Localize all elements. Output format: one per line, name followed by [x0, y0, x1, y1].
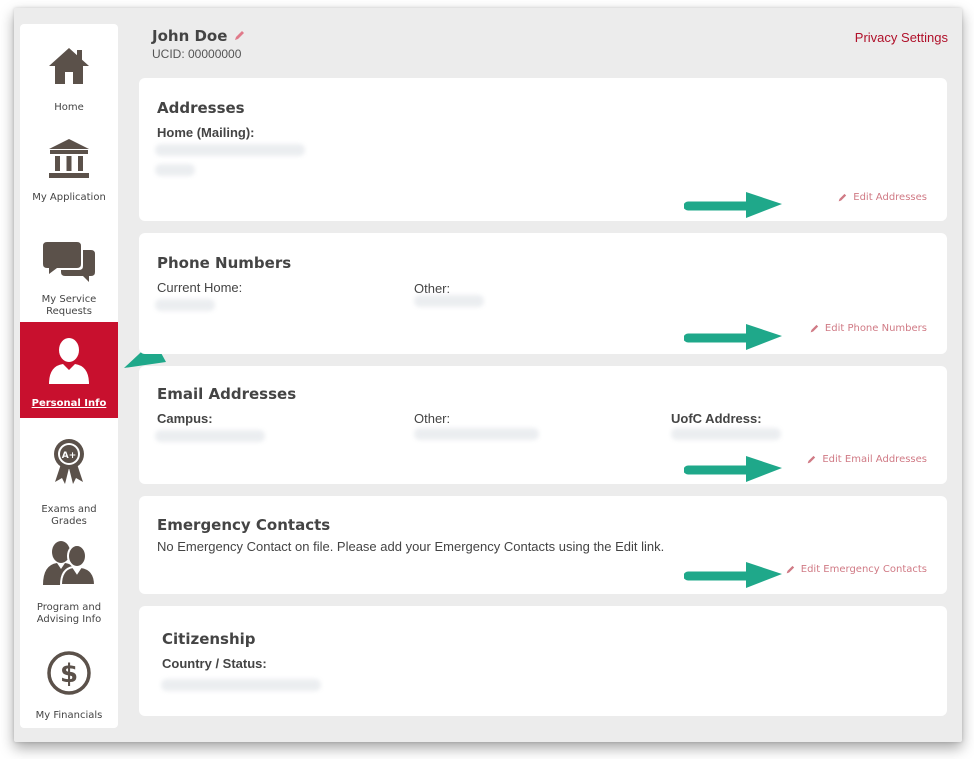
svg-text:A+: A+	[62, 451, 77, 461]
annotation-arrow-icon	[684, 192, 782, 218]
pencil-icon	[808, 455, 816, 463]
other-phone-label: Other:	[414, 281, 451, 296]
sidebar-item-home[interactable]: Home	[20, 42, 118, 114]
sidebar-item-label: My Service Requests	[41, 294, 97, 317]
edit-email-addresses-link[interactable]: Edit Email Addresses	[806, 454, 927, 465]
edit-addresses-link[interactable]: Edit Addresses	[837, 192, 927, 203]
sidebar-item-label: Exams and Grades	[41, 504, 97, 527]
sidebar-item-my-application[interactable]: My Application	[20, 136, 118, 204]
sidebar-item-label: My Application	[32, 192, 106, 203]
pencil-icon	[810, 324, 819, 332]
annotation-arrow-icon	[684, 324, 782, 350]
home-icon	[20, 42, 118, 90]
person-icon	[20, 322, 118, 386]
edit-link-text: Edit Emergency Contacts	[800, 564, 927, 575]
redacted-citizenship	[161, 679, 321, 691]
current-home-label: Current Home:	[157, 280, 243, 295]
campus-email-label: Campus:	[157, 411, 213, 426]
card-title: Phone Numbers	[157, 254, 292, 272]
card-title: Emergency Contacts	[157, 516, 331, 534]
ucid: UCID: 00000000	[152, 47, 242, 61]
sidebar-item-exams-grades[interactable]: A+ Exams and Grades	[20, 436, 118, 528]
country-status-label: Country / Status:	[162, 656, 267, 671]
redacted-address	[155, 144, 305, 156]
redacted-email	[155, 430, 265, 442]
home-mailing-label: Home (Mailing):	[157, 125, 255, 140]
pencil-icon	[838, 193, 847, 201]
card-title: Email Addresses	[157, 385, 297, 403]
sidebar-item-my-financials[interactable]: $ My Financials	[20, 648, 118, 722]
sidebar: Home My Application My Service Requests …	[20, 24, 118, 728]
emergency-contacts-card: Emergency Contacts No Emergency Contact …	[139, 496, 947, 594]
annotation-arrow-icon	[684, 562, 782, 588]
chat-bubbles-icon	[20, 236, 118, 284]
email-addresses-card: Email Addresses Campus: Other: UofC Addr…	[139, 366, 947, 484]
institution-icon	[20, 136, 118, 180]
sidebar-item-label: Home	[54, 102, 84, 113]
award-ribbon-icon: A+	[20, 436, 118, 486]
addresses-card: Addresses Home (Mailing): Edit Addresses	[139, 78, 947, 221]
redacted-phone	[414, 295, 484, 307]
edit-phone-numbers-link[interactable]: Edit Phone Numbers	[809, 323, 927, 334]
pencil-icon	[786, 565, 794, 573]
student-name: John Doe	[152, 27, 245, 46]
sidebar-item-label: My Financials	[35, 710, 103, 721]
citizenship-card: Citizenship Country / Status:	[139, 606, 947, 716]
card-title: Addresses	[157, 99, 245, 117]
redacted-email	[414, 428, 539, 440]
people-icon	[20, 538, 118, 588]
redacted-address	[155, 164, 195, 176]
edit-name-pencil-icon[interactable]	[233, 28, 245, 46]
sidebar-item-service-requests[interactable]: My Service Requests	[20, 236, 118, 318]
dollar-circle-icon: $	[20, 648, 118, 698]
sidebar-item-personal-info[interactable]: Personal Info	[20, 322, 118, 418]
sidebar-item-label: Program and Advising Info	[36, 602, 102, 625]
edit-link-text: Edit Addresses	[853, 192, 927, 203]
sidebar-item-label: Personal Info	[31, 398, 107, 409]
sidebar-item-program-advising[interactable]: Program and Advising Info	[20, 538, 118, 626]
card-title: Citizenship	[162, 630, 256, 648]
no-emergency-contact-message: No Emergency Contact on file. Please add…	[157, 539, 665, 554]
svg-text:$: $	[60, 659, 78, 689]
edit-emergency-contacts-link[interactable]: Edit Emergency Contacts	[785, 564, 927, 575]
annotation-arrow-icon	[684, 456, 782, 482]
edit-link-text: Edit Email Addresses	[822, 454, 927, 465]
redacted-email	[671, 428, 781, 440]
edit-link-text: Edit Phone Numbers	[824, 323, 927, 334]
redacted-phone	[155, 299, 215, 311]
phone-numbers-card: Phone Numbers Current Home: Other: Edit …	[139, 233, 947, 354]
student-name-text: John Doe	[152, 27, 228, 45]
uofc-address-label: UofC Address:	[671, 411, 762, 426]
other-email-label: Other:	[414, 411, 451, 426]
privacy-settings-link[interactable]: Privacy Settings	[855, 30, 948, 45]
